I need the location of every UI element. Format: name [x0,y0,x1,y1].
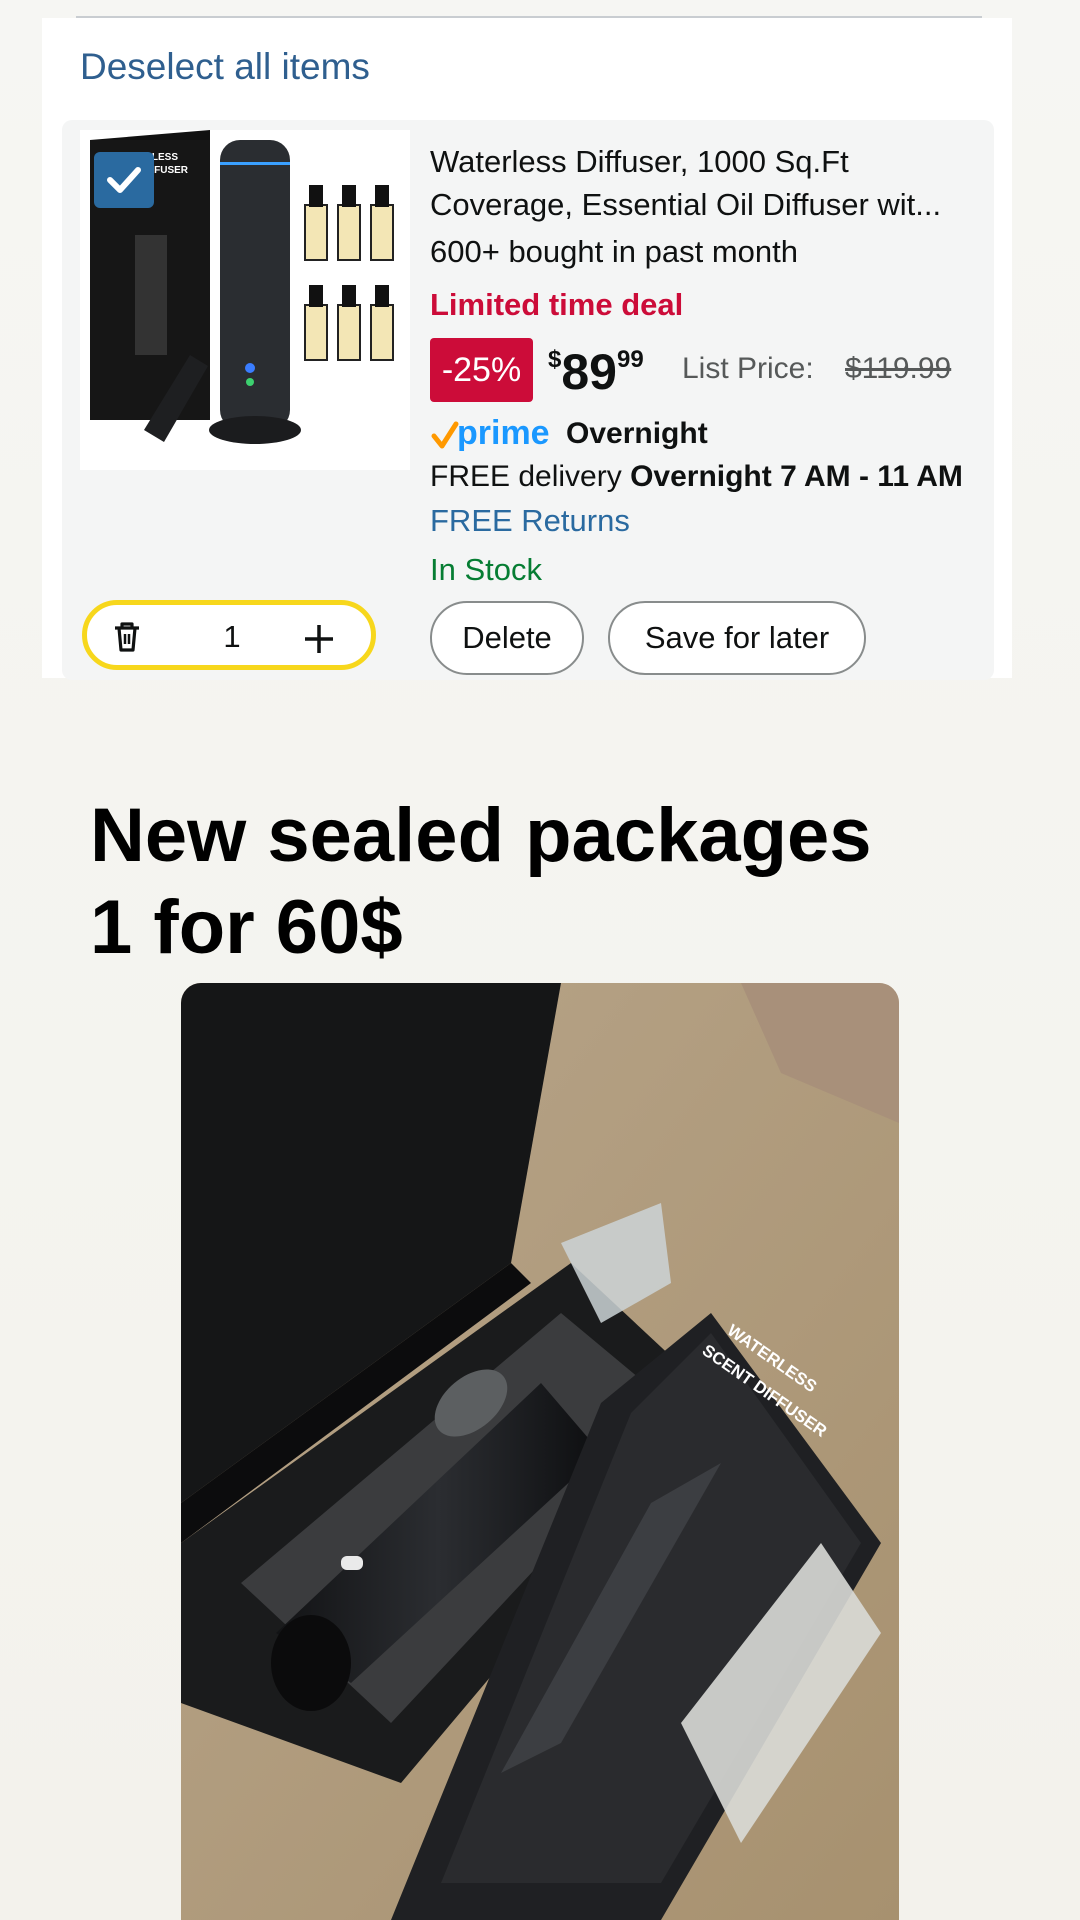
product-title[interactable]: Waterless Diffuser, 1000 Sq.Ft Coverage,… [430,140,980,226]
stock-status: In Stock [430,552,542,587]
bought-count: 600+ bought in past month [430,234,798,269]
price: $8999 [548,343,644,401]
trash-icon[interactable] [109,619,145,655]
headline-line-1: New sealed packages [90,793,872,878]
prime-logo: prime [431,414,550,452]
delivery-prefix: FREE delivery [430,460,622,493]
quantity-stepper[interactable]: 1 [82,600,376,670]
delete-button[interactable]: Delete [430,601,584,675]
delivery-info: FREE delivery Overnight 7 AM - 11 AM [430,460,963,494]
prime-wordmark: prime [457,414,550,452]
item-select-checkbox[interactable] [94,152,154,208]
list-price-value: $119.99 [845,352,952,385]
price-whole: 89 [561,344,617,400]
discount-badge: -25% [430,338,533,402]
divider [76,16,982,18]
check-icon [107,167,141,193]
post-headline: New sealed packages 1 for 60$ [90,790,872,974]
quantity-value: 1 [223,619,241,654]
price-currency: $ [548,346,562,373]
headline-line-2: 1 for 60$ [90,885,403,970]
prime-speed: Overnight [566,417,708,450]
plus-icon[interactable] [299,613,339,663]
prime-check-icon [431,421,459,449]
deal-label: Limited time deal [430,287,684,322]
deselect-all-link[interactable]: Deselect all items [80,46,370,88]
product-photo: WATERLESS SCENT DIFFUSER [181,983,899,1920]
price-fraction: 99 [616,346,644,373]
free-returns-link[interactable]: FREE Returns [430,503,630,539]
delivery-window: Overnight 7 AM - 11 AM [630,460,963,493]
save-for-later-button[interactable]: Save for later [608,601,866,675]
list-price-label: List Price: [682,352,814,385]
